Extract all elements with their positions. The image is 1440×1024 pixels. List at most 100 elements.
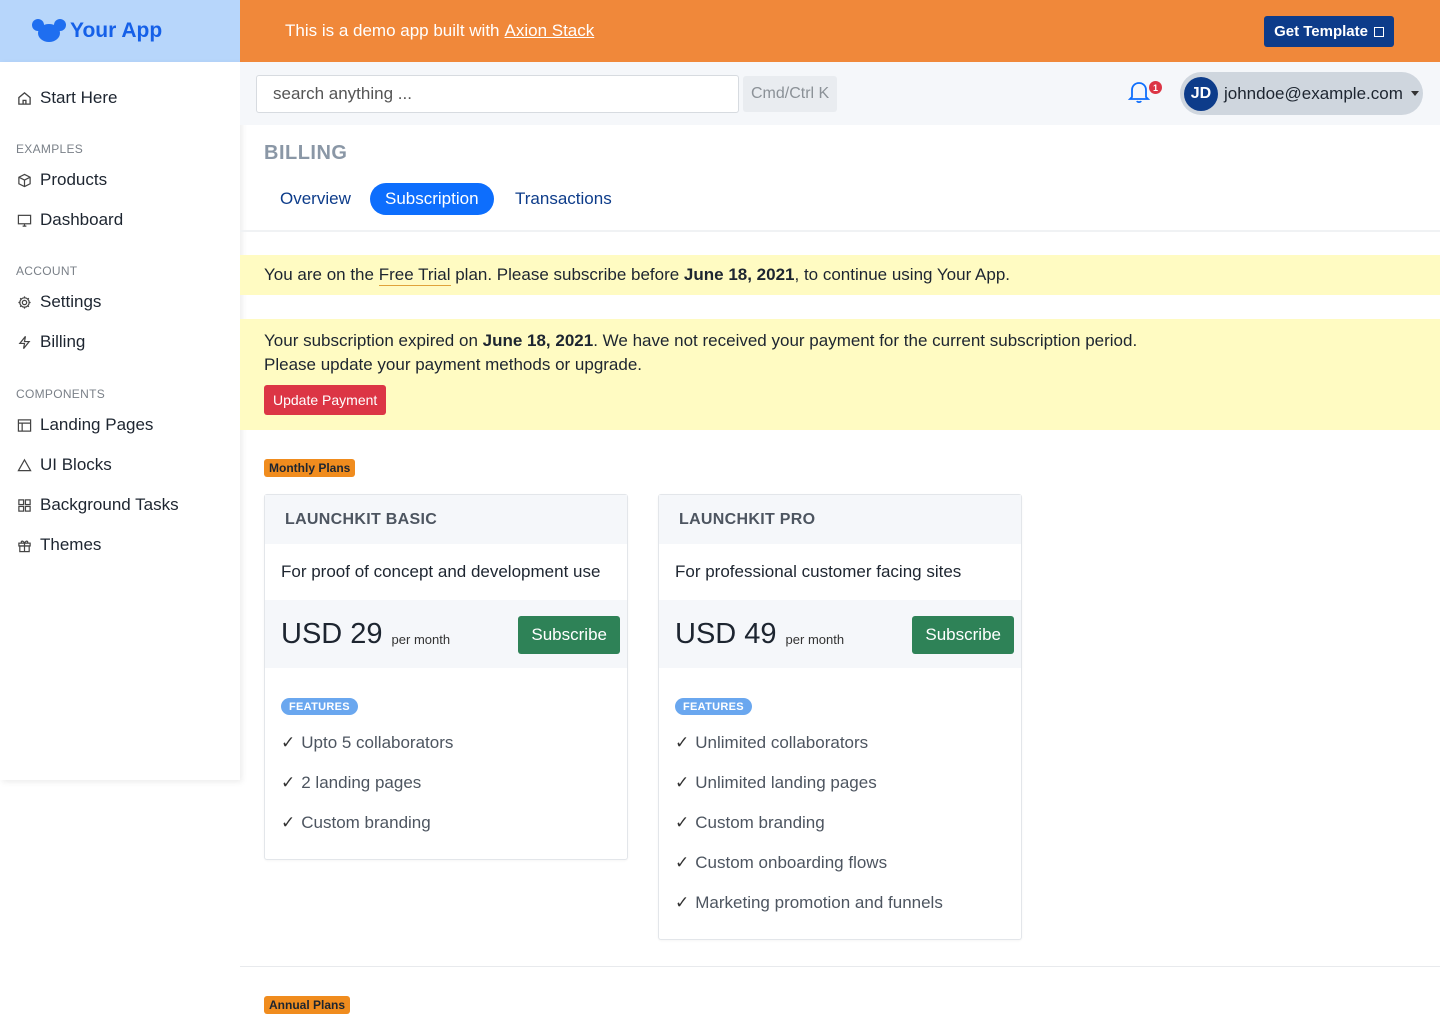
feature-list: ✓ Upto 5 collaborators ✓ 2 landing pages ✓… (265, 715, 627, 859)
logo-icon (32, 19, 66, 43)
sidebar-item-ui-blocks[interactable]: UI Blocks (16, 455, 112, 475)
plan-description: For proof of concept and development use (281, 562, 601, 581)
subscribe-button[interactable]: Subscribe (518, 616, 620, 654)
sidebar-item-background-tasks[interactable]: Background Tasks (16, 495, 179, 515)
sidebar-item-label: UI Blocks (40, 455, 112, 474)
list-item: ✓ Unlimited collaborators (675, 723, 1021, 763)
sidebar-item-landing-pages[interactable]: Landing Pages (16, 415, 153, 435)
sidebar-item-label: Start Here (40, 88, 118, 107)
get-template-button[interactable]: Get Template (1264, 16, 1394, 47)
layout-icon (16, 417, 32, 433)
brand-name: Your App (70, 19, 163, 42)
check-icon: ✓ (675, 813, 690, 832)
feature-text: Custom branding (301, 813, 431, 832)
sidebar-item-label: Background Tasks (40, 495, 179, 514)
sidebar-section-examples: EXAMPLES (16, 142, 84, 156)
check-icon: ✓ (281, 773, 296, 792)
feature-text: Unlimited collaborators (695, 733, 869, 752)
feature-text: Marketing promotion and funnels (695, 893, 943, 912)
top-header: Cmd/Ctrl K 1 JD johndoe@example.com (240, 62, 1440, 125)
check-icon: ✓ (675, 893, 690, 912)
user-email: johndoe@example.com (1224, 83, 1403, 103)
update-payment-button[interactable]: Update Payment (264, 385, 387, 415)
search-input[interactable] (256, 75, 739, 113)
box-icon (16, 172, 32, 188)
subscribe-button[interactable]: Subscribe (912, 616, 1014, 654)
sidebar-item-products[interactable]: Products (16, 170, 107, 190)
external-link-icon (1374, 26, 1384, 37)
triangle-icon (16, 457, 32, 473)
trial-date: June 18, 2021 (683, 265, 795, 284)
tab-transactions[interactable]: Transactions (500, 183, 627, 215)
expired-date: June 18, 2021 (482, 331, 594, 350)
gear-icon (16, 294, 32, 310)
plan-card-pro: LAUNCHKIT PRO For professional customer … (658, 494, 1022, 940)
bell-icon[interactable] (1127, 79, 1151, 105)
expired-alert-line2: Please update your payment methods or up… (264, 355, 643, 374)
get-template-label: Get Template (1274, 23, 1368, 40)
expired-alert-text: . We have not received your payment for … (593, 331, 1138, 350)
home-icon (16, 90, 32, 106)
plan-price-row: USD 49 per month Subscribe (659, 600, 1021, 668)
trial-alert-text: , to continue using Your App. (794, 265, 1011, 284)
demo-banner: This is a demo app built with Axion Stack… (240, 0, 1440, 62)
sidebar-item-label: Settings (40, 292, 102, 311)
check-icon: ✓ (281, 813, 296, 832)
axion-stack-link[interactable]: Axion Stack (505, 21, 595, 40)
grid-icon (16, 497, 32, 513)
list-item: ✓ Marketing promotion and funnels (675, 883, 1021, 923)
gift-icon (16, 537, 32, 553)
plan-description: For professional customer facing sites (675, 562, 962, 581)
feature-text: Unlimited landing pages (695, 773, 877, 792)
sidebar-item-billing[interactable]: Billing (16, 332, 85, 352)
sidebar-item-settings[interactable]: Settings (16, 292, 101, 312)
feature-text: Custom onboarding flows (695, 853, 888, 872)
notification-badge: 1 (1149, 81, 1162, 94)
annual-plans-badge: Annual Plans (264, 996, 351, 1014)
feature-text: 2 landing pages (301, 773, 422, 792)
feature-list: ✓ Unlimited collaborators ✓ Unlimited land… (659, 715, 1021, 939)
avatar: JD (1184, 76, 1218, 111)
list-item: ✓ Upto 5 collaborators (281, 723, 627, 763)
chevron-down-icon (1410, 91, 1419, 96)
plan-name: LAUNCHKIT PRO (659, 495, 1021, 544)
plan-price: USD 49 (675, 617, 777, 650)
sidebar-item-label: Dashboard (40, 210, 124, 229)
sidebar-item-label: Themes (40, 535, 102, 554)
check-icon: ✓ (675, 853, 690, 872)
list-item: ✓ Custom branding (675, 803, 1021, 843)
section-divider (240, 966, 1440, 967)
plan-name: LAUNCHKIT BASIC (265, 495, 627, 544)
features-badge: FEATURES (675, 698, 752, 715)
lightning-icon (16, 334, 32, 350)
search-shortcut-hint: Cmd/Ctrl K (743, 76, 838, 112)
sidebar-item-label: Landing Pages (40, 415, 154, 434)
list-item: ✓ Unlimited landing pages (675, 763, 1021, 803)
list-item: ✓ 2 landing pages (281, 763, 627, 803)
trial-alert-text: You are on the (264, 265, 379, 284)
sidebar-item-label: Products (40, 170, 108, 189)
free-trial-link[interactable]: Free Trial (378, 265, 451, 286)
plan-card-basic: LAUNCHKIT BASIC For proof of concept and… (264, 494, 628, 860)
tabs-divider (240, 230, 1440, 232)
feature-text: Upto 5 collaborators (301, 733, 454, 752)
plan-price-row: USD 29 per month Subscribe (265, 600, 627, 668)
monitor-icon (16, 212, 32, 228)
tab-overview[interactable]: Overview (265, 183, 366, 215)
sidebar-section-account: ACCOUNT (16, 264, 78, 278)
sidebar-item-dashboard[interactable]: Dashboard (16, 210, 123, 230)
brand[interactable]: Your App (0, 0, 240, 62)
plan-price: USD 29 (281, 617, 383, 650)
plan-period: per month (785, 631, 845, 647)
sidebar-item-start-here[interactable]: Start Here (16, 88, 117, 108)
sidebar-item-themes[interactable]: Themes (16, 535, 101, 555)
check-icon: ✓ (675, 773, 690, 792)
check-icon: ✓ (281, 733, 296, 752)
features-badge: FEATURES (281, 698, 358, 715)
plan-period: per month (391, 631, 451, 647)
tab-subscription[interactable]: Subscription (370, 183, 494, 215)
list-item: ✓ Custom branding (281, 803, 627, 843)
sidebar-item-label: Billing (40, 332, 86, 351)
user-menu[interactable]: JD johndoe@example.com (1180, 72, 1423, 115)
banner-text: This is a demo app built with Axion Stack (285, 21, 595, 40)
